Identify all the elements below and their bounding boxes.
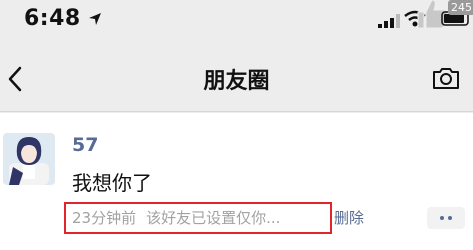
notification-badge: 245 <box>448 0 473 15</box>
status-bar: 6:48 245 <box>0 0 473 44</box>
status-time: 6:48 <box>24 6 81 31</box>
highlight-box <box>64 202 332 234</box>
delete-link[interactable]: 删除 <box>334 207 364 228</box>
page-title: 朋友圈 <box>203 69 270 94</box>
signal-icon <box>378 14 400 28</box>
post-author[interactable]: 57 <box>72 134 98 156</box>
camera-icon[interactable] <box>432 66 460 90</box>
post-text: 我想你了 <box>72 171 152 195</box>
location-arrow-icon <box>89 13 101 25</box>
nav-bar: 朋友圈 <box>0 44 473 112</box>
more-dots-icon[interactable] <box>427 207 465 229</box>
avatar[interactable] <box>3 133 55 185</box>
